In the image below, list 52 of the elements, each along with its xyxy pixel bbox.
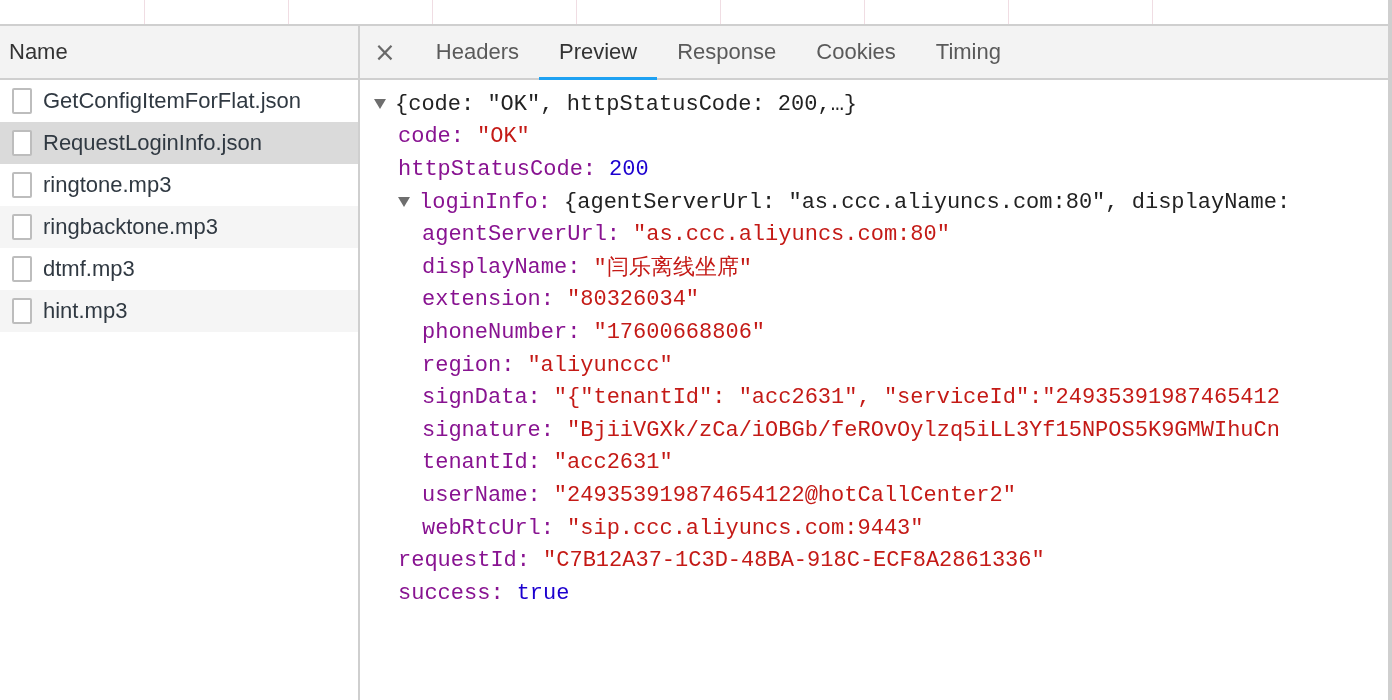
tab[interactable]: Timing [915, 26, 1021, 80]
property-key: code: [398, 124, 464, 150]
property-value: 200 [609, 157, 649, 182]
property-key: signature: [422, 417, 555, 443]
property-value: "17600668806" [593, 319, 766, 345]
property-value: "as.ccc.aliyuncs.com:80" [633, 222, 950, 248]
property-key: phoneNumber: [422, 319, 581, 345]
property-key: displayName: [422, 254, 581, 280]
property-key: tenantId: [422, 450, 541, 476]
column-header[interactable]: Name [9, 39, 68, 65]
property-key: loginInfo: [419, 189, 552, 215]
close-button[interactable]: × [374, 26, 416, 78]
tab[interactable]: Response [657, 26, 797, 80]
property-value: "sip.ccc.aliyuncs.com:9443" [567, 515, 924, 541]
request-row[interactable]: GetConfigItemForFlat.json [0, 80, 358, 122]
file-icon [12, 214, 32, 240]
property-key: userName: [422, 482, 541, 508]
tab[interactable]: Preview [538, 26, 658, 80]
property-value: "80326034" [567, 287, 700, 313]
property-key: requestId: [398, 548, 531, 574]
request-row[interactable]: ringtone.mp3 [0, 164, 358, 206]
property-key: agentServerUrl: [422, 222, 621, 248]
property-value: "C7B12A37-1C3D-48BA-918C-ECF8A2861336" [543, 548, 1045, 574]
property-key: httpStatusCode: [398, 157, 597, 182]
property-value: "aliyunccc" [527, 352, 673, 378]
expanded-triangle-icon[interactable] [374, 99, 386, 110]
property-value: true [516, 580, 570, 606]
tab[interactable]: Cookies [796, 26, 916, 80]
request-row[interactable]: ringbacktone.mp3 [0, 206, 358, 248]
object-summary: {agentServerUrl: "as.ccc.aliyuncs.com:80", displayName: [564, 189, 1291, 215]
tab[interactable]: Headers [415, 26, 539, 80]
property-value: "闫乐离线坐席" [593, 254, 752, 283]
property-value: "OK" [477, 124, 530, 150]
object-summary: {code: "OK", httpStatusCode: 200,…} [395, 91, 858, 117]
property-key: extension: [422, 287, 555, 313]
file-icon [12, 256, 32, 282]
file-icon [12, 130, 32, 156]
file-icon [12, 88, 32, 114]
property-key: region: [422, 352, 515, 378]
request-row[interactable]: hint.mp3 [0, 290, 358, 332]
file-icon [12, 172, 32, 198]
property-key: signData: [422, 385, 541, 411]
request-row[interactable]: dtmf.mp3 [0, 248, 358, 290]
request-row[interactable]: RequestLoginInfo.json [0, 122, 358, 164]
property-key: success: [398, 580, 504, 606]
property-value: "{"tenantId": "acc2631", "serviceId":"24935391987465412 [553, 385, 1280, 411]
property-value: "acc2631" [553, 450, 673, 476]
property-value: "249353919874654122@hotCallCenter2" [553, 482, 1016, 508]
file-icon [12, 298, 32, 324]
property-value: "BjiiVGXk/zCa/iOBGb/feROvOylzq5iLL3Yf15NPOS5K9GMWIhuCn [567, 417, 1280, 443]
expanded-triangle-icon[interactable] [398, 197, 410, 208]
property-key: webRtcUrl: [422, 515, 555, 541]
